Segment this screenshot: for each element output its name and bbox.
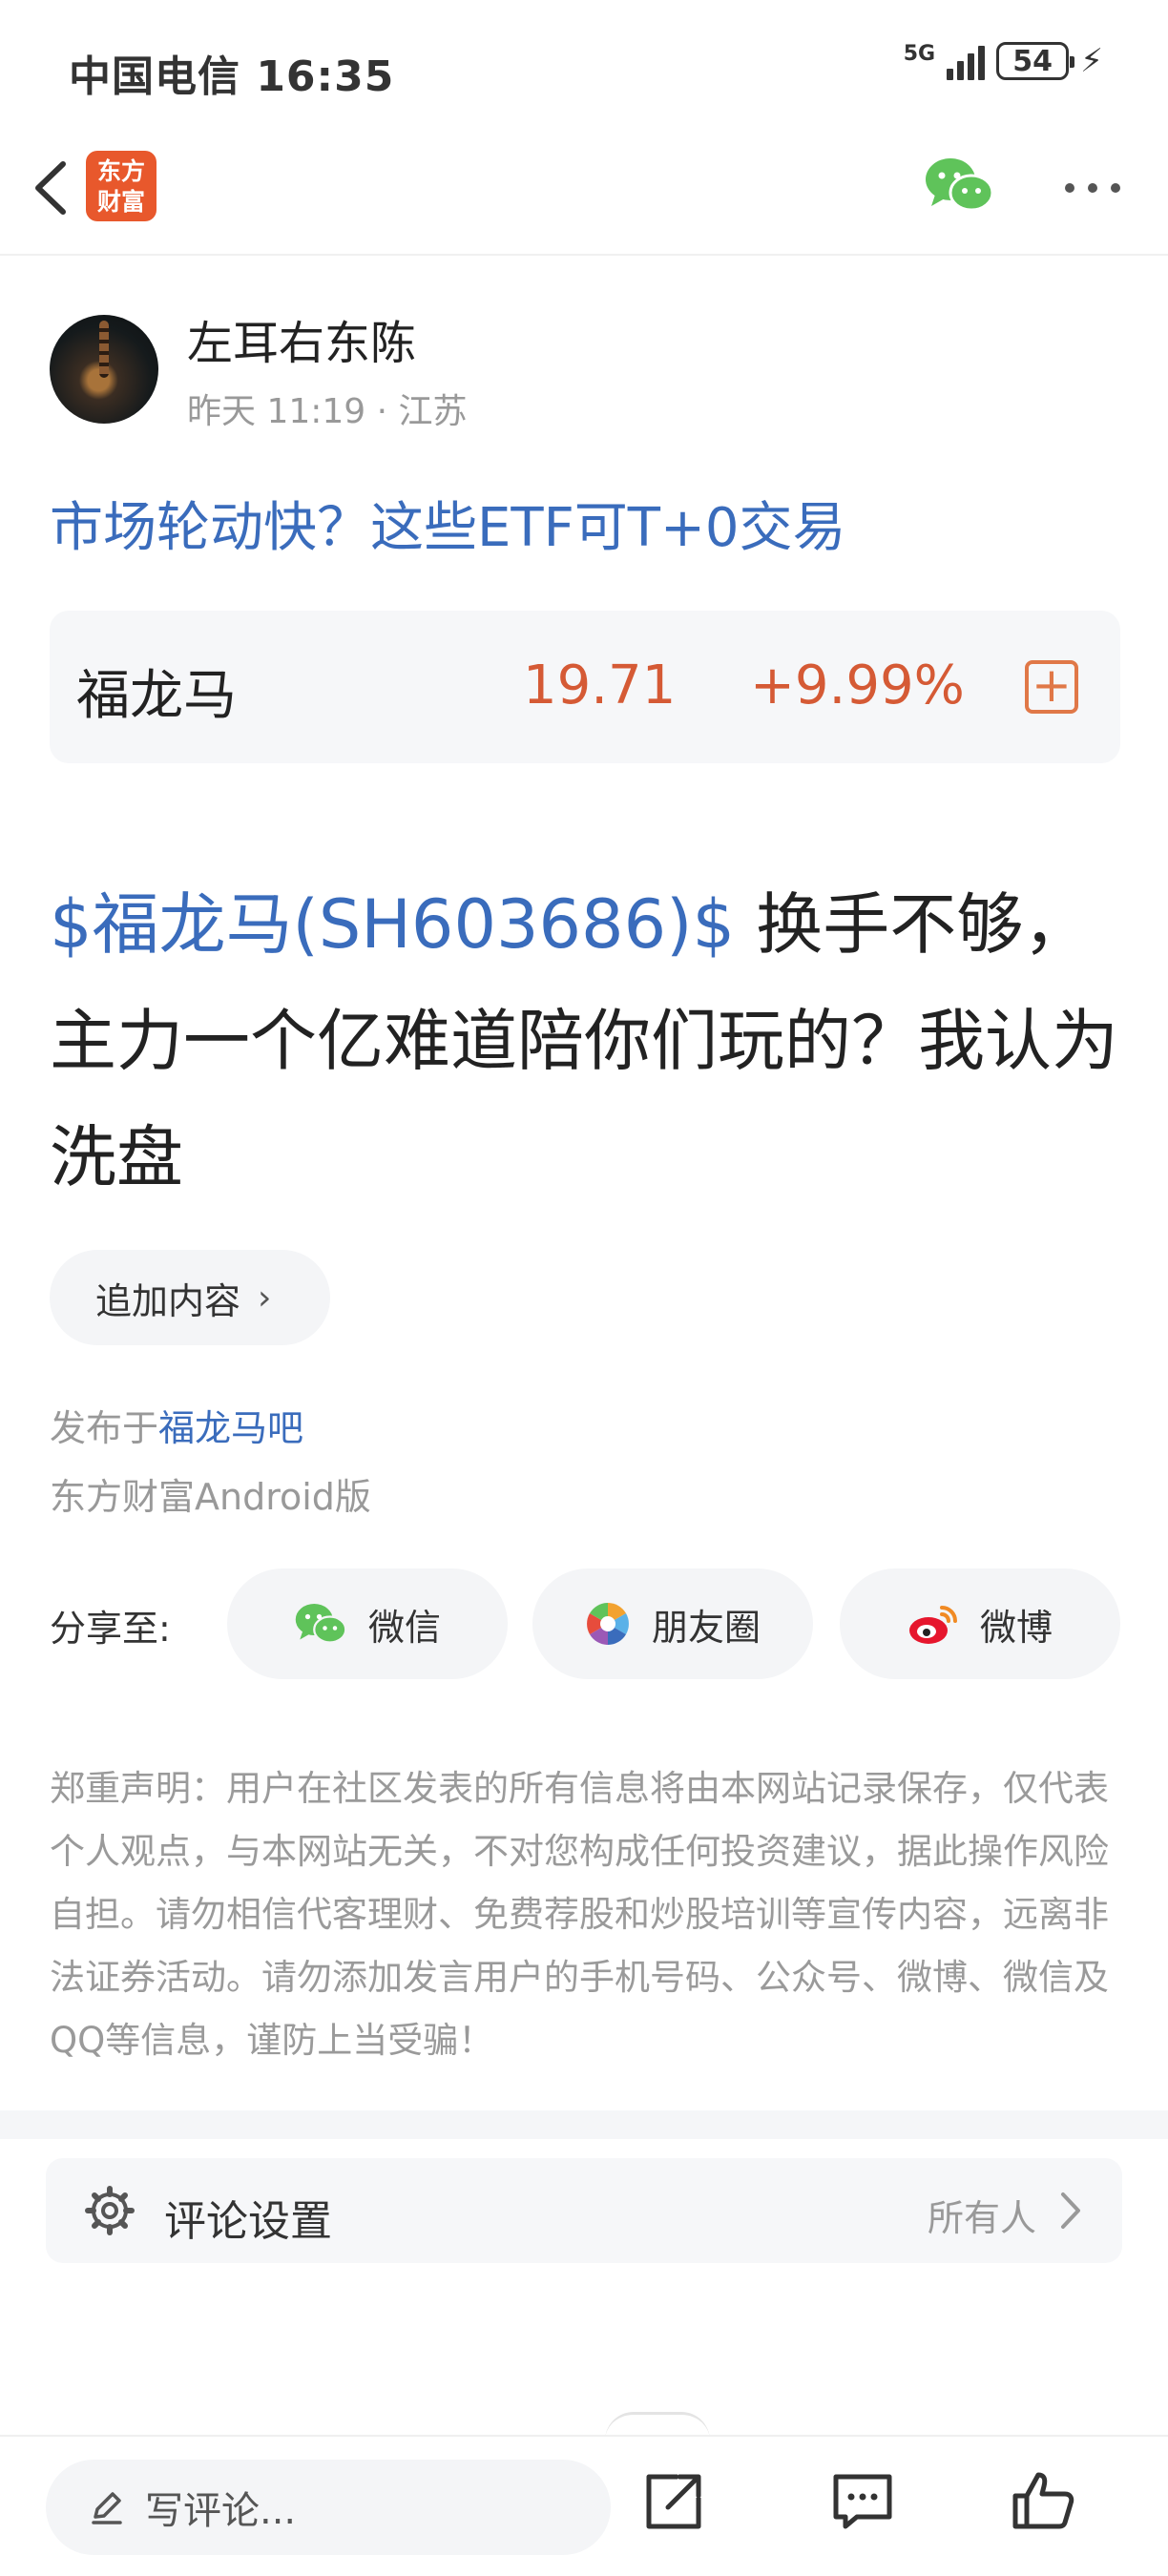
section-divider [0, 2110, 1168, 2139]
signal-icon [947, 42, 986, 80]
comment-input[interactable]: 写评论... [46, 2460, 611, 2555]
stock-price: 19.71 [523, 654, 677, 717]
charging-icon: ⚡ [1080, 42, 1103, 80]
share-out-icon[interactable] [639, 2467, 708, 2536]
author-meta: 左耳右东陈 昨天 11:19 · 江苏 [187, 305, 468, 433]
network-type: 5G [903, 42, 936, 66]
share-wechat-label: 微信 [367, 1606, 441, 1649]
share-weibo-label: 微博 [979, 1606, 1053, 1649]
nav-bar: 东方财富 [0, 134, 1168, 256]
client-source: 东方财富Android版 [50, 1476, 371, 1518]
back-arrow-icon[interactable] [21, 155, 88, 221]
stock-bar-link[interactable]: 福龙马吧 [158, 1407, 303, 1449]
share-label: 分享至: [50, 1608, 171, 1650]
chevron-right-icon [1061, 2192, 1080, 2229]
stock-tag-link[interactable]: $福龙马(SH603686)$ [50, 885, 735, 964]
add-to-watchlist-icon[interactable]: + [1025, 660, 1078, 714]
wechat-share-icon[interactable] [924, 155, 994, 216]
stock-change: +9.99% [750, 654, 965, 717]
disclaimer-text: 郑重声明：用户在社区发表的所有信息将由本网站记录保存，仅代表个人观点，与本网站无… [50, 1768, 1109, 2061]
stock-name: 福龙马 [76, 665, 237, 727]
append-content-button[interactable]: 追加内容 › [50, 1250, 330, 1345]
share-weibo-button[interactable]: 微博 [840, 1568, 1120, 1679]
share-row: 分享至: 微信 朋友圈 微博 [50, 1568, 1120, 1679]
post-title-link[interactable]: 市场轮动快？这些ETF可T+0交易 [50, 485, 846, 562]
share-wechat-button[interactable]: 微信 [227, 1568, 508, 1679]
status-icons: 5G 54 ⚡ [904, 42, 1103, 80]
author-header[interactable]: 左耳右东陈 昨天 11:19 · 江苏 [50, 305, 468, 433]
share-moments-button[interactable]: 朋友圈 [532, 1568, 813, 1679]
comment-placeholder: 写评论... [145, 2489, 297, 2533]
avatar[interactable] [50, 315, 158, 424]
bottom-action-bar: 写评论... [0, 2435, 1168, 2576]
battery-icon: 54 [996, 42, 1075, 80]
comment-settings-value: 所有人 [927, 2197, 1036, 2239]
stock-quote-card[interactable]: 福龙马 19.71 +9.99% + [50, 611, 1120, 763]
carrier-time: 中国电信 16:35 [69, 52, 395, 101]
published-prefix: 发布于 [50, 1407, 159, 1449]
published-in: 发布于福龙马吧 [50, 1399, 303, 1451]
wechat-icon [295, 1604, 347, 1644]
battery-level: 54 [1012, 44, 1053, 78]
more-options-icon[interactable] [1065, 183, 1120, 193]
comment-settings-label: 评论设置 [164, 2197, 332, 2246]
status-bar: 中国电信 16:35 5G 54 ⚡ [0, 0, 1168, 134]
chevron-right-icon: › [258, 1278, 272, 1318]
share-moments-label: 朋友圈 [651, 1606, 761, 1649]
comments-icon[interactable] [828, 2467, 897, 2536]
pencil-icon [92, 2492, 122, 2524]
comment-settings-row[interactable]: 评论设置 所有人 [46, 2158, 1122, 2263]
gear-icon [85, 2186, 135, 2235]
post-body: $福龙马(SH603686)$ 换手不够，主力一个亿难道陪你们玩的？我认为洗盘 [50, 866, 1128, 1215]
weibo-icon [908, 1606, 957, 1644]
append-content-label: 追加内容 [95, 1279, 241, 1322]
app-logo[interactable]: 东方财富 [86, 151, 156, 221]
moments-icon [587, 1603, 629, 1645]
author-name[interactable]: 左耳右东陈 [187, 305, 468, 372]
post-time-location: 昨天 11:19 · 江苏 [187, 392, 468, 431]
thumbs-up-icon[interactable] [1010, 2467, 1078, 2536]
